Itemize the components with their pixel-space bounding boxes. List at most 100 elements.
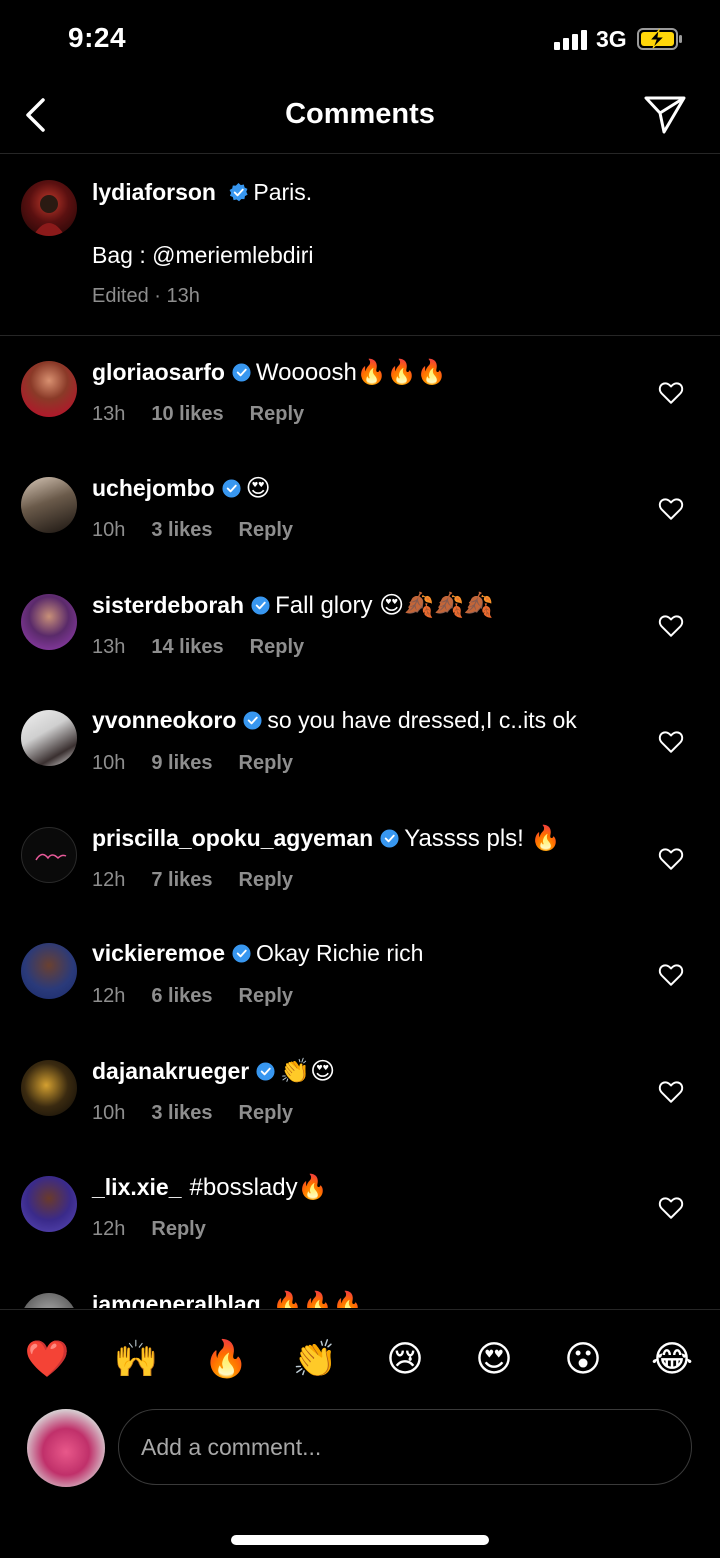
- comment-time: 12h: [92, 1218, 126, 1240]
- username[interactable]: yvonneokoro: [92, 707, 236, 733]
- network-type: 3G: [596, 26, 627, 52]
- likes-count[interactable]: 3 likes: [151, 519, 212, 541]
- comment-item: dajanakrueger 👏😍 10h 3 likes Reply: [0, 1035, 720, 1151]
- comment-line: _lix.xie_ #bosslady🔥: [92, 1173, 327, 1202]
- comment-line: uchejombo 😍: [92, 474, 271, 503]
- heart-icon[interactable]: [658, 1079, 684, 1105]
- comment-text: Fall glory 😍🍂🍂🍂: [275, 592, 494, 619]
- avatar[interactable]: [21, 710, 77, 766]
- emoji-button-heart[interactable]: ❤️: [22, 1334, 72, 1384]
- comment-text: 👏😍: [280, 1058, 336, 1085]
- comment-time: 13h: [92, 403, 126, 425]
- likes-count[interactable]: 3 likes: [151, 1102, 212, 1124]
- comment-line: yvonneokoro so you have dressed,I c..its …: [92, 707, 577, 734]
- comment-meta: 12h Reply: [92, 1218, 206, 1241]
- comment-item: uchejombo 😍 10h 3 likes Reply: [0, 452, 720, 568]
- comment-meta: 13h 14 likes Reply: [92, 636, 304, 659]
- comment-item: iamgeneralblag 🔥🔥🔥: [0, 1268, 720, 1308]
- likes-count[interactable]: 9 likes: [151, 752, 212, 774]
- quick-reaction-bar: ❤️ 🙌 🔥 👏 😢 😍 😮 😂: [0, 1309, 720, 1404]
- home-indicator[interactable]: [231, 1535, 489, 1545]
- emoji-button-raised-hands[interactable]: 🙌: [111, 1334, 161, 1384]
- status-bar: 9:24 3G: [0, 0, 720, 80]
- comment-time: 10h: [92, 1102, 126, 1124]
- comment-time: 12h: [92, 869, 126, 891]
- reply-button[interactable]: Reply: [239, 869, 293, 891]
- reply-button[interactable]: Reply: [239, 1102, 293, 1124]
- avatar[interactable]: [21, 1060, 77, 1116]
- verified-badge-icon: [232, 363, 251, 382]
- reply-button[interactable]: Reply: [239, 752, 293, 774]
- username[interactable]: priscilla_opoku_agyeman: [92, 825, 373, 851]
- comments-header: Comments: [0, 80, 720, 152]
- likes-count[interactable]: 14 likes: [151, 636, 223, 658]
- caption-line: lydiaforson Paris.: [92, 179, 312, 206]
- avatar[interactable]: [21, 1176, 77, 1232]
- heart-icon[interactable]: [658, 613, 684, 639]
- likes-count[interactable]: 7 likes: [151, 869, 212, 891]
- comment-time: 12h: [92, 985, 126, 1007]
- verified-badge-icon: [380, 829, 399, 848]
- avatar-image: [33, 195, 65, 236]
- caption-meta: Edited · 13h: [92, 285, 200, 307]
- reply-button[interactable]: Reply: [239, 519, 293, 541]
- avatar[interactable]: [21, 1293, 77, 1308]
- username[interactable]: dajanakrueger: [92, 1058, 249, 1084]
- page-title: Comments: [285, 98, 435, 130]
- status-time: 9:24: [68, 22, 127, 53]
- share-button[interactable]: [640, 90, 688, 138]
- verified-badge-icon: [222, 479, 241, 498]
- comment-line: iamgeneralblag 🔥🔥🔥: [92, 1290, 362, 1308]
- heart-icon[interactable]: [658, 729, 684, 755]
- comment-line: priscilla_opoku_agyeman Yassss pls! 🔥: [92, 824, 560, 853]
- username[interactable]: gloriaosarfo: [92, 359, 225, 385]
- reply-button[interactable]: Reply: [151, 1218, 205, 1240]
- comment-text: Yassss pls! 🔥: [404, 825, 561, 852]
- emoji-button-clap[interactable]: 👏: [290, 1334, 340, 1384]
- comment-meta: 12h 6 likes Reply: [92, 985, 293, 1008]
- heart-icon[interactable]: [658, 380, 684, 406]
- reply-button[interactable]: Reply: [250, 403, 304, 425]
- avatar[interactable]: [21, 943, 77, 999]
- likes-count[interactable]: 10 likes: [151, 403, 223, 425]
- avatar[interactable]: [21, 827, 77, 883]
- username[interactable]: sisterdeborah: [92, 592, 244, 618]
- username[interactable]: lydiaforson: [92, 179, 216, 205]
- username[interactable]: _lix.xie_: [92, 1174, 182, 1200]
- heart-icon[interactable]: [658, 496, 684, 522]
- username[interactable]: uchejombo: [92, 475, 215, 501]
- paper-plane-icon: [644, 96, 686, 134]
- username[interactable]: iamgeneralblag: [92, 1291, 261, 1308]
- comment-meta: 13h 10 likes Reply: [92, 403, 304, 426]
- heart-icon[interactable]: [658, 962, 684, 988]
- comment-item: _lix.xie_ #bosslady🔥 12h Reply: [0, 1151, 720, 1267]
- baby-girl-logo: [35, 853, 67, 861]
- caption-text: Paris.: [253, 179, 313, 205]
- comment-item: gloriaosarfo Woooosh🔥🔥🔥 13h 10 likes Reply: [0, 336, 720, 452]
- current-user-avatar: [27, 1409, 105, 1487]
- avatar[interactable]: [21, 361, 77, 417]
- emoji-button-surprised[interactable]: 😮: [558, 1334, 608, 1384]
- emoji-button-crying[interactable]: 😢: [380, 1334, 430, 1384]
- emoji-button-heart-eyes[interactable]: 😍: [469, 1334, 519, 1384]
- likes-count[interactable]: 6 likes: [151, 985, 212, 1007]
- avatar[interactable]: [21, 594, 77, 650]
- verified-badge-icon: [251, 596, 270, 615]
- reply-button[interactable]: Reply: [250, 636, 304, 658]
- username[interactable]: vickieremoe: [92, 940, 225, 966]
- comment-time: 10h: [92, 519, 126, 541]
- signal-strength-icon: [554, 30, 588, 50]
- emoji-button-laughing[interactable]: 😂: [647, 1334, 697, 1384]
- comment-line: sisterdeborah Fall glory 😍🍂🍂🍂: [92, 591, 494, 620]
- emoji-button-fire[interactable]: 🔥: [201, 1334, 251, 1384]
- comment-meta: 10h 3 likes Reply: [92, 519, 293, 542]
- post-caption: lydiaforson Paris. Bag : @meriemlebdiri …: [0, 153, 720, 335]
- comment-item: sisterdeborah Fall glory 😍🍂🍂🍂 13h 14 likes…: [0, 569, 720, 685]
- avatar[interactable]: [21, 477, 77, 533]
- comments-list[interactable]: gloriaosarfo Woooosh🔥🔥🔥 13h 10 likes Reply …: [0, 336, 720, 1308]
- heart-icon[interactable]: [658, 1195, 684, 1221]
- comment-input[interactable]: [118, 1409, 692, 1485]
- reply-button[interactable]: Reply: [239, 985, 293, 1007]
- avatar[interactable]: [21, 180, 77, 236]
- heart-icon[interactable]: [658, 846, 684, 872]
